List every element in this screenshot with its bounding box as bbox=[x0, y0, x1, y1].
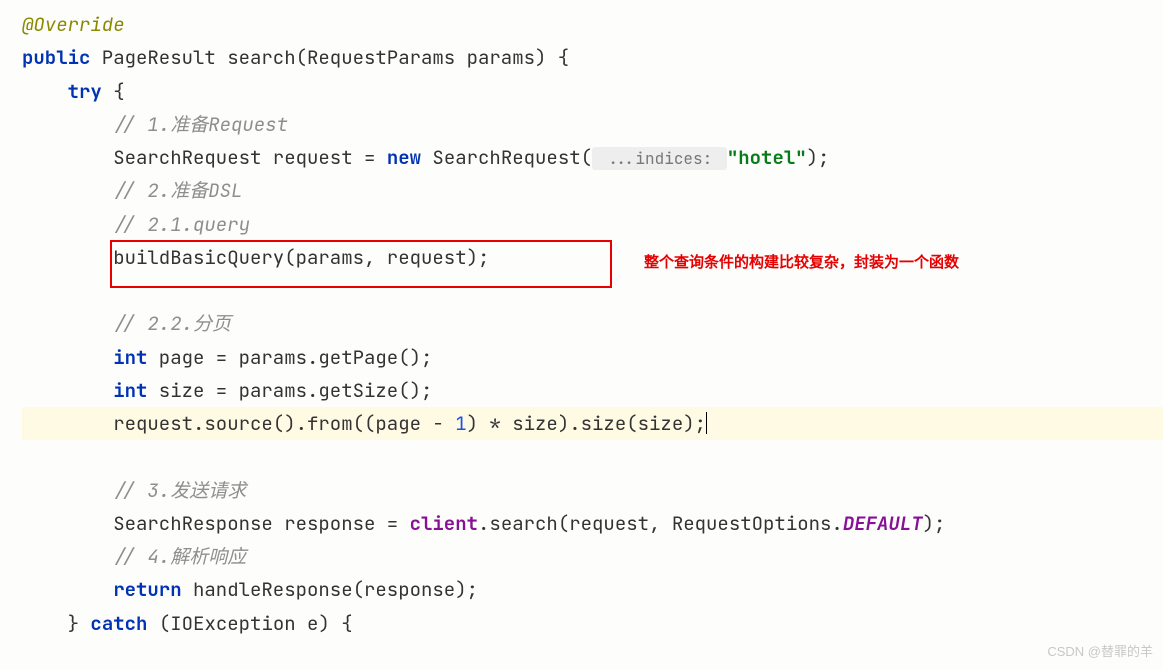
code-text: request.source().from((page - bbox=[113, 411, 455, 436]
code-text: SearchResponse response = bbox=[113, 511, 409, 536]
code-text: buildBasicQuery(params, request); bbox=[113, 245, 489, 270]
comment: // 2.1.query bbox=[113, 212, 250, 237]
number-literal: 1 bbox=[455, 411, 466, 436]
code-text: } bbox=[68, 611, 91, 636]
code-text: SearchRequest request = bbox=[113, 145, 387, 170]
code-editor[interactable]: @Override public PageResult search(Reque… bbox=[0, 0, 1163, 640]
code-line: // 2.准备DSL bbox=[22, 174, 1163, 207]
code-line-highlighted: request.source().from((page - 1) * size)… bbox=[22, 407, 1163, 440]
code-line: // 4.解析响应 bbox=[22, 540, 1163, 573]
keyword-new: new bbox=[387, 145, 421, 170]
code-line: buildBasicQuery(params, request); bbox=[22, 241, 1163, 274]
code-line: // 1.准备Request bbox=[22, 108, 1163, 141]
code-text: page = params.getPage(); bbox=[147, 345, 432, 370]
code-line: @Override bbox=[22, 8, 1163, 41]
code-text: { bbox=[102, 79, 125, 104]
code-text: (IOException e) { bbox=[147, 611, 352, 636]
code-text: ); bbox=[923, 511, 946, 536]
keyword-int: int bbox=[113, 345, 147, 370]
code-line bbox=[22, 440, 1163, 473]
comment: // 4.解析响应 bbox=[113, 544, 246, 569]
code-text: handleResponse(response); bbox=[182, 577, 478, 602]
code-line: int page = params.getPage(); bbox=[22, 341, 1163, 374]
keyword-catch: catch bbox=[90, 611, 147, 636]
code-line: try { bbox=[22, 75, 1163, 108]
static-field: DEFAULT bbox=[843, 511, 923, 536]
keyword-return: return bbox=[113, 577, 181, 602]
code-line: } catch (IOException e) { bbox=[22, 607, 1163, 640]
code-line: SearchResponse response = client.search(… bbox=[22, 507, 1163, 540]
keyword-public: public bbox=[22, 45, 90, 70]
code-line bbox=[22, 274, 1163, 307]
code-text: ); bbox=[807, 145, 830, 170]
annotation-label: 整个查询条件的构建比较复杂，封装为一个函数 bbox=[644, 250, 959, 276]
code-line: int size = params.getSize(); bbox=[22, 374, 1163, 407]
code-line: SearchRequest request = new SearchReques… bbox=[22, 141, 1163, 174]
param-hint: ...indices: bbox=[592, 147, 727, 170]
watermark: CSDN @替罪的羊 bbox=[1047, 641, 1153, 664]
comment: // 2.2.分页 bbox=[113, 311, 231, 336]
code-text: size = params.getSize(); bbox=[147, 378, 432, 403]
field-ref: client bbox=[410, 511, 478, 536]
comment: // 2.准备DSL bbox=[113, 178, 242, 203]
string-literal: "hotel" bbox=[727, 145, 807, 170]
code-line: return handleResponse(response); bbox=[22, 573, 1163, 606]
text-cursor bbox=[706, 412, 707, 434]
keyword-int: int bbox=[113, 378, 147, 403]
code-text: .search(request, RequestOptions. bbox=[478, 511, 843, 536]
code-text: ) * size).size(size); bbox=[467, 411, 706, 436]
code-line: // 2.1.query bbox=[22, 208, 1163, 241]
comment: // 3.发送请求 bbox=[113, 478, 246, 503]
code-text: PageResult search(RequestParams params) … bbox=[90, 45, 569, 70]
code-line: // 3.发送请求 bbox=[22, 474, 1163, 507]
code-line: // 2.2.分页 bbox=[22, 307, 1163, 340]
code-text: SearchRequest( bbox=[421, 145, 592, 170]
comment: // 1.准备Request bbox=[113, 112, 288, 137]
code-line: public PageResult search(RequestParams p… bbox=[22, 41, 1163, 74]
annotation: @Override bbox=[22, 12, 125, 37]
keyword-try: try bbox=[68, 79, 102, 104]
